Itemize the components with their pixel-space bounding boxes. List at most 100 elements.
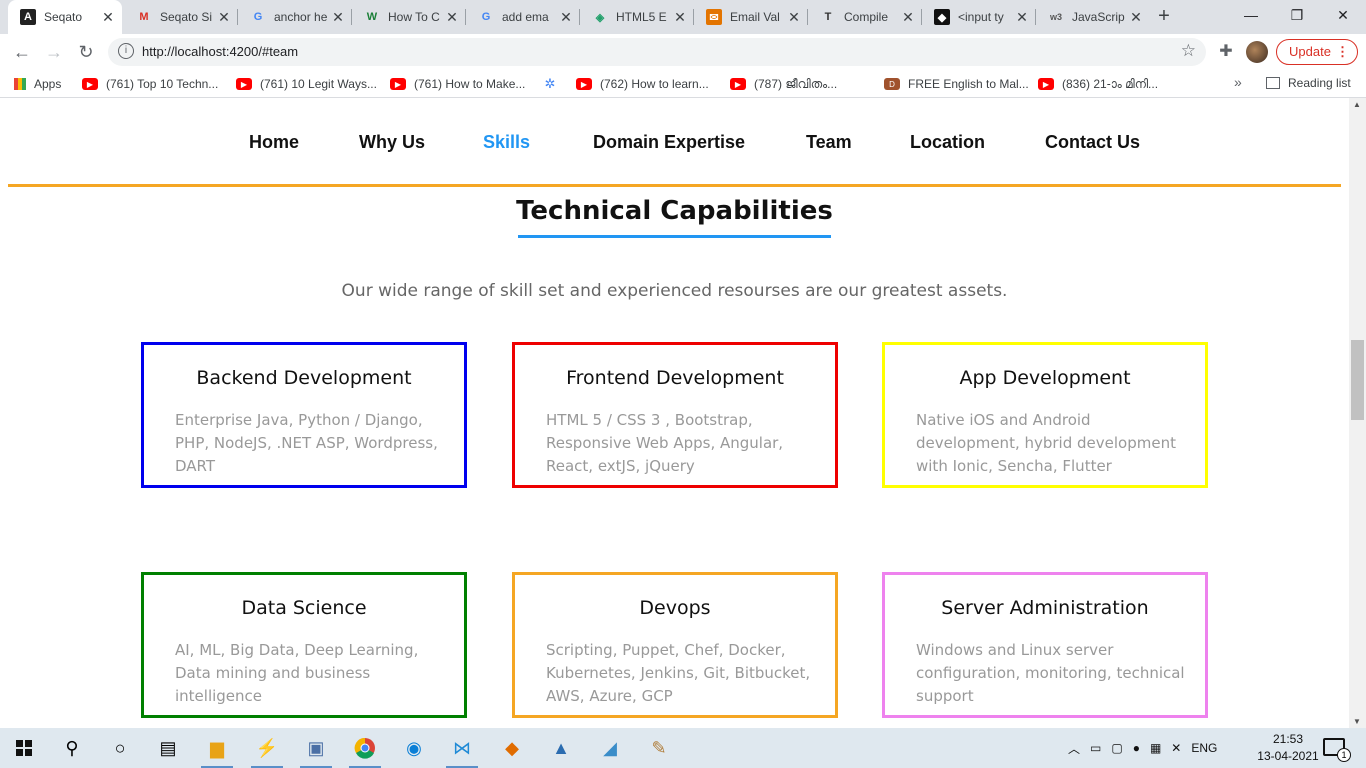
close-tab-icon[interactable]: ✕: [330, 9, 346, 26]
close-tab-icon[interactable]: ✕: [100, 9, 116, 26]
windows-start-icon[interactable]: [4, 732, 44, 764]
file-explorer-icon[interactable]: ▆: [197, 732, 237, 768]
forward-icon[interactable]: →: [42, 40, 66, 64]
minimize-button[interactable]: —: [1228, 0, 1274, 34]
app-window-icon[interactable]: ▣: [296, 732, 336, 768]
close-tab-icon[interactable]: ✕: [558, 9, 574, 26]
new-tab-button[interactable]: +: [1152, 4, 1176, 28]
nav-team[interactable]: Team: [806, 132, 852, 153]
tab-wikihow[interactable]: W How To C ✕: [352, 0, 466, 34]
maximize-button[interactable]: ❐: [1274, 0, 1320, 34]
tab-email-validation[interactable]: ✉ Email Val ✕: [694, 0, 808, 34]
nav-why-us[interactable]: Why Us: [359, 132, 425, 153]
bookmark-item[interactable]: ▶ (836) 21-ാം മിനി...: [1038, 76, 1158, 92]
nav-domain-expertise[interactable]: Domain Expertise: [593, 132, 745, 153]
profile-avatar[interactable]: [1246, 41, 1268, 63]
edge-icon[interactable]: ◉: [394, 732, 434, 764]
photos-icon[interactable]: ▲: [541, 732, 581, 764]
browser-toolbar: ← → ↻ i http://localhost:4200/#team ☆ ✚ …: [0, 34, 1366, 70]
site-icon: ✉: [706, 9, 722, 25]
nav-location[interactable]: Location: [910, 132, 985, 153]
bookmark-item[interactable]: ▶ (761) 10 Legit Ways...: [236, 76, 377, 92]
page-viewport: Home Why Us Skills Domain Expertise Team…: [0, 98, 1349, 728]
app-icon[interactable]: ⚡: [247, 732, 287, 768]
dictionary-icon: D: [884, 78, 900, 90]
volume-muted-icon[interactable]: ✕: [1171, 741, 1181, 755]
bookmark-apps[interactable]: Apps: [14, 76, 61, 92]
back-icon[interactable]: ←: [10, 40, 34, 64]
chevron-up-icon[interactable]: ︿: [1068, 740, 1080, 757]
network-icon[interactable]: ▦: [1150, 741, 1161, 755]
close-tab-icon[interactable]: ✕: [216, 9, 232, 26]
close-tab-icon[interactable]: ✕: [1128, 9, 1144, 26]
close-window-button[interactable]: ✕: [1320, 0, 1366, 34]
youtube-icon: ▶: [236, 78, 252, 90]
pinwheel-icon: ✲: [544, 76, 556, 91]
clock[interactable]: 21:53 13-04-2021: [1256, 731, 1320, 765]
chrome-icon[interactable]: [345, 732, 385, 768]
nav-contact-us[interactable]: Contact Us: [1045, 132, 1140, 153]
notifications-icon[interactable]: 1: [1323, 738, 1351, 762]
skill-card-text: HTML 5 / CSS 3 , Bootstrap, Responsive W…: [546, 411, 784, 475]
paint-icon[interactable]: ✎: [639, 732, 679, 764]
app-icon[interactable]: ◢: [590, 732, 630, 764]
url-text[interactable]: http://localhost:4200/#team: [142, 44, 298, 59]
reading-list-button[interactable]: Reading list: [1266, 76, 1351, 90]
apps-grid-icon: [14, 78, 26, 90]
close-tab-icon[interactable]: ✕: [444, 9, 460, 26]
skill-card-text: Scripting, Puppet, Chef, Docker, Kuberne…: [546, 641, 811, 705]
youtube-icon: ▶: [1038, 78, 1054, 90]
task-view-icon[interactable]: ▤: [148, 732, 188, 764]
tab-google-anchor[interactable]: G anchor he ✕: [238, 0, 352, 34]
skill-card-title: Server Administration: [941, 597, 1149, 619]
nav-skills[interactable]: Skills: [483, 132, 530, 153]
reading-list-icon: [1266, 77, 1280, 89]
nav-home[interactable]: Home: [249, 132, 299, 153]
close-tab-icon[interactable]: ✕: [1014, 9, 1030, 26]
battery-icon[interactable]: ▭: [1090, 741, 1101, 755]
bookmark-star-icon[interactable]: ☆: [1181, 41, 1196, 61]
skill-card-title: Devops: [639, 597, 711, 619]
device-icon[interactable]: ▢: [1111, 741, 1122, 755]
close-tab-icon[interactable]: ✕: [786, 9, 802, 26]
bookmarks-bar: Apps ▶ (761) Top 10 Techn... ▶ (761) 10 …: [0, 70, 1366, 98]
extensions-icon[interactable]: ✚: [1215, 41, 1237, 63]
bookmark-item[interactable]: D FREE English to Mal...: [884, 76, 1029, 92]
tab-javascript[interactable]: w3 JavaScrip ✕: [1036, 0, 1150, 34]
bookmark-item[interactable]: ✲: [542, 76, 566, 92]
gmail-icon: M: [139, 11, 149, 23]
scroll-down-icon[interactable]: ▼: [1353, 717, 1361, 726]
more-bookmarks-icon[interactable]: »: [1234, 74, 1242, 90]
app-icon[interactable]: ◆: [492, 732, 532, 764]
address-bar[interactable]: i http://localhost:4200/#team ☆: [108, 38, 1206, 66]
tab-gmail[interactable]: M Seqato Si ✕: [124, 0, 238, 34]
tab-input-type[interactable]: ◆ <input ty ✕: [922, 0, 1036, 34]
reload-icon[interactable]: ↻: [74, 40, 98, 64]
section-subtitle: Our wide range of skill set and experien…: [341, 281, 1008, 301]
info-icon[interactable]: i: [118, 43, 134, 59]
skill-card-text: Enterprise Java, Python / Django, PHP, N…: [175, 411, 438, 475]
nav-divider: [8, 184, 1341, 187]
update-button[interactable]: Update ⋮: [1276, 39, 1358, 65]
bookmark-item[interactable]: ▶ (762) How to learn...: [576, 76, 709, 92]
tab-html5[interactable]: ◈ HTML5 E ✕: [580, 0, 694, 34]
bookmark-item[interactable]: ▶ (761) Top 10 Techn...: [82, 76, 218, 92]
scroll-up-icon[interactable]: ▲: [1353, 100, 1361, 109]
tab-seqato[interactable]: A Seqato ✕: [8, 0, 122, 34]
close-tab-icon[interactable]: ✕: [900, 9, 916, 26]
bookmark-item[interactable]: ▶ (787) ജീവിതം...: [730, 76, 837, 92]
cortana-icon[interactable]: ○: [100, 732, 140, 764]
bookmark-item[interactable]: ▶ (761) How to Make...: [390, 76, 525, 92]
tab-compile[interactable]: T Compile ✕: [808, 0, 922, 34]
vscode-icon[interactable]: ⋈: [442, 732, 482, 768]
page-scrollbar[interactable]: ▲ ▼: [1349, 98, 1366, 728]
language-indicator[interactable]: ENG: [1191, 741, 1217, 755]
system-tray: ︿ ▭ ▢ ● ▦ ✕ ENG: [1068, 728, 1217, 768]
title-underline: [518, 235, 831, 238]
scrollbar-thumb[interactable]: [1351, 340, 1364, 420]
search-icon[interactable]: ⚲: [52, 732, 92, 764]
tab-google-email[interactable]: G add ema ✕: [466, 0, 580, 34]
microphone-icon[interactable]: ●: [1133, 741, 1140, 755]
skill-card-devops: Devops Scripting, Puppet, Chef, Docker, …: [512, 572, 838, 718]
close-tab-icon[interactable]: ✕: [672, 9, 688, 26]
